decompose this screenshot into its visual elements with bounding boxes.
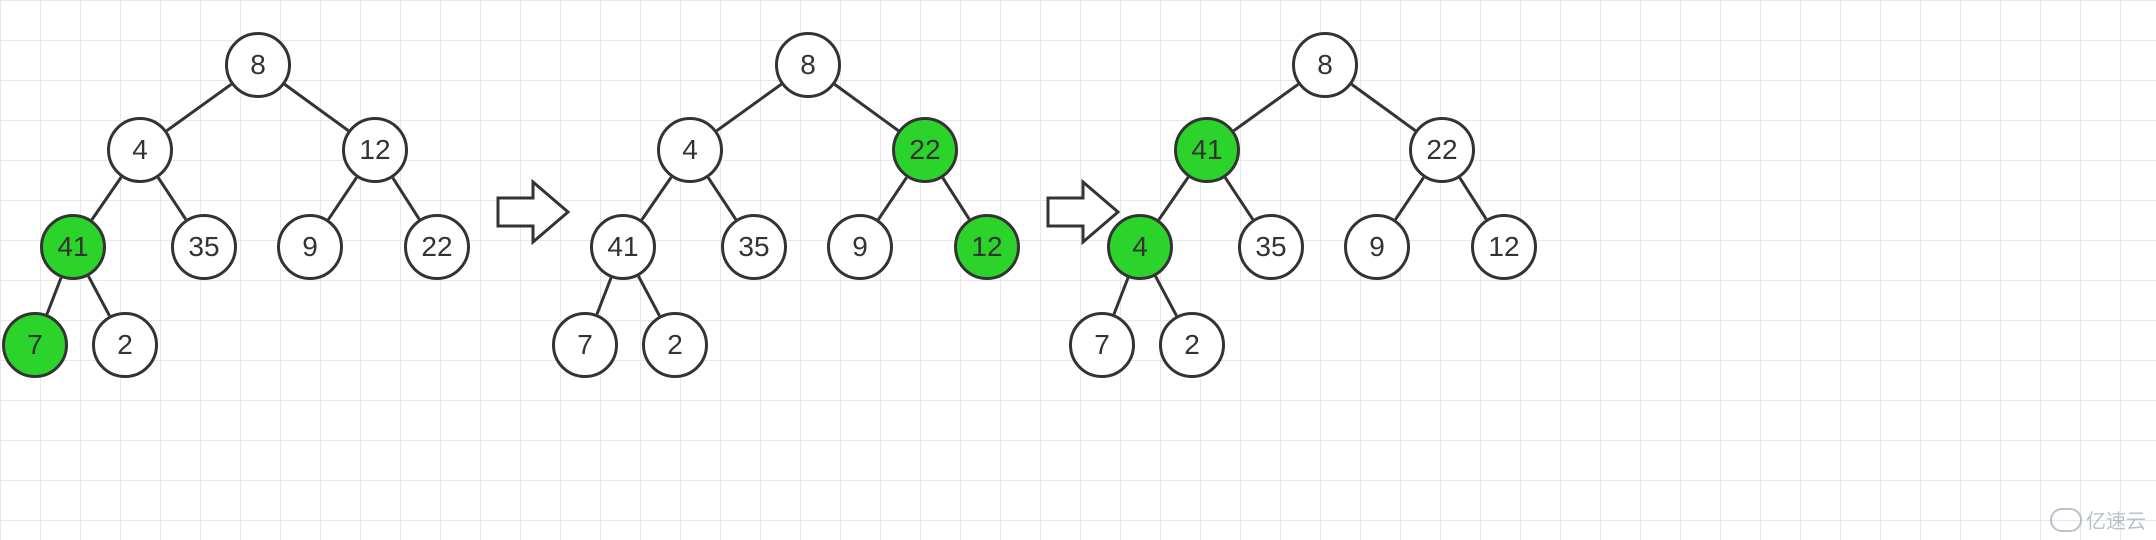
tree-node: 22: [892, 117, 958, 183]
tree-edge: [1234, 84, 1298, 130]
watermark: 亿速云: [2050, 505, 2146, 534]
tree-node: 22: [404, 214, 470, 280]
tree-node: 41: [40, 214, 106, 280]
tree-edge: [167, 84, 231, 130]
tree-node: 12: [1471, 214, 1537, 280]
tree-node: 35: [721, 214, 787, 280]
tree-node: 2: [92, 312, 158, 378]
tree-node: 8: [775, 32, 841, 98]
tree-node: 4: [657, 117, 723, 183]
tree-node: 7: [2, 312, 68, 378]
tree-edge: [158, 178, 186, 220]
tree-node: 9: [277, 214, 343, 280]
tree-edge: [1352, 84, 1416, 130]
cloud-icon: [2050, 508, 2082, 532]
tree-edge: [285, 84, 349, 130]
tree-edge: [943, 178, 969, 219]
tree-edge: [92, 177, 121, 220]
tree-edge: [328, 177, 356, 219]
tree-node: 41: [1174, 117, 1240, 183]
step-arrow-icon: [498, 182, 568, 242]
tree-node: 12: [342, 117, 408, 183]
tree-edge: [1460, 178, 1486, 219]
tree-edge: [597, 278, 611, 314]
tree-edge: [717, 84, 781, 130]
tree-edge: [1114, 278, 1128, 314]
tree-node: 4: [1107, 214, 1173, 280]
tree-edge: [393, 178, 419, 219]
tree-node: 9: [1344, 214, 1410, 280]
tree-edge: [47, 278, 61, 314]
tree-node: 22: [1409, 117, 1475, 183]
tree-node: 12: [954, 214, 1020, 280]
tree-edge: [1225, 178, 1253, 220]
tree-node: 41: [590, 214, 656, 280]
tree-node: 8: [225, 32, 291, 98]
tree-node: 35: [171, 214, 237, 280]
step-arrow-icon: [1048, 182, 1118, 242]
tree-edge: [708, 178, 736, 220]
tree-node: 4: [107, 117, 173, 183]
tree-edge: [88, 276, 109, 316]
tree-node: 2: [642, 312, 708, 378]
tree-node: 9: [827, 214, 893, 280]
tree-edge: [878, 177, 906, 219]
tree-node: 8: [1292, 32, 1358, 98]
tree-edge: [638, 276, 659, 316]
tree-edge: [835, 84, 899, 130]
tree-edge: [1395, 177, 1423, 219]
tree-edge: [642, 177, 671, 220]
tree-node: 2: [1159, 312, 1225, 378]
tree-edge: [1155, 276, 1176, 316]
tree-edge: [1159, 177, 1188, 220]
tree-node: 7: [1069, 312, 1135, 378]
tree-node: 35: [1238, 214, 1304, 280]
tree-node: 7: [552, 312, 618, 378]
watermark-text: 亿速云: [2086, 505, 2146, 534]
